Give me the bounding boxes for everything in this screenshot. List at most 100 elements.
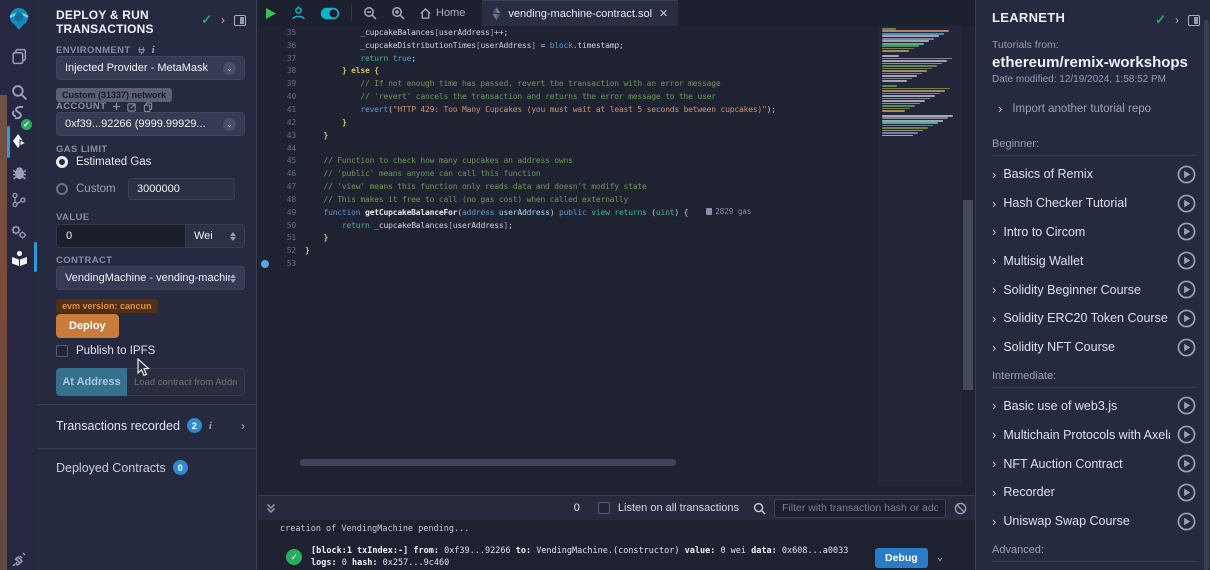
sign-message-icon[interactable] bbox=[127, 102, 137, 112]
zoom-out-icon[interactable] bbox=[356, 0, 384, 26]
tutorial-item[interactable]: ›NFT Auction Contract bbox=[992, 449, 1196, 478]
breakpoint-margin[interactable] bbox=[258, 206, 272, 219]
tutorial-item[interactable]: ›Intro to Circom bbox=[992, 218, 1196, 247]
breakpoint-margin[interactable] bbox=[258, 232, 272, 245]
create-account-icon[interactable] bbox=[112, 102, 121, 111]
tutorial-expand-icon[interactable]: › bbox=[992, 311, 996, 326]
at-address-button[interactable]: At Address bbox=[56, 368, 127, 396]
panel-pin-icon[interactable] bbox=[234, 15, 246, 26]
import-repo-row[interactable]: › Import another tutorial repo bbox=[992, 101, 1196, 116]
environment-info-icon[interactable]: i bbox=[152, 44, 155, 56]
tutorial-expand-icon[interactable]: › bbox=[992, 253, 996, 268]
transactions-expand-icon[interactable]: › bbox=[241, 419, 245, 433]
tutorial-item[interactable]: ›Solidity ERC20 Token Course bbox=[992, 304, 1196, 333]
breakpoint-margin[interactable] bbox=[258, 154, 272, 167]
learneth-chevron-icon[interactable]: › bbox=[1175, 13, 1179, 27]
tutorial-item[interactable]: ›Solidity Beginner Course bbox=[992, 275, 1196, 304]
publish-ipfs-checkbox[interactable] bbox=[56, 345, 68, 357]
clear-console-icon[interactable] bbox=[954, 502, 967, 515]
copy-account-icon[interactable] bbox=[143, 102, 153, 112]
transactions-info-icon[interactable]: i bbox=[209, 420, 212, 432]
start-tutorial-icon[interactable] bbox=[1177, 222, 1196, 241]
tutorial-item[interactable]: ›Uniswap Swap Course bbox=[992, 507, 1196, 536]
tutorial-expand-icon[interactable]: › bbox=[992, 167, 996, 182]
breakpoint-margin[interactable] bbox=[258, 244, 272, 257]
terminal-filter-input[interactable] bbox=[774, 499, 946, 518]
start-tutorial-icon[interactable] bbox=[1177, 396, 1196, 415]
learneth-pin-icon[interactable] bbox=[1188, 15, 1200, 26]
value-unit-select[interactable]: Wei bbox=[186, 224, 245, 248]
breakpoint-margin[interactable] bbox=[258, 65, 272, 78]
account-select[interactable]: 0xf39...92266 (9999.99929... ⌄ bbox=[56, 112, 245, 136]
start-tutorial-icon[interactable] bbox=[1177, 251, 1196, 270]
minimap[interactable] bbox=[878, 26, 962, 486]
start-tutorial-icon[interactable] bbox=[1177, 194, 1196, 213]
home-button[interactable]: Home bbox=[412, 0, 472, 26]
breakpoint-margin[interactable] bbox=[258, 167, 272, 180]
transactions-recorded-row[interactable]: Transactions recorded 2 i › bbox=[56, 418, 245, 433]
tutorial-item[interactable]: ›Recorder bbox=[992, 478, 1196, 507]
custom-gas-option[interactable]: Custom bbox=[56, 178, 245, 200]
run-script-icon[interactable] bbox=[258, 0, 284, 26]
contract-select[interactable]: VendingMachine - vending-machin bbox=[56, 266, 245, 290]
breakpoint-margin[interactable] bbox=[258, 103, 272, 116]
breakpoint-margin[interactable] bbox=[258, 116, 272, 129]
breakpoint-margin[interactable] bbox=[258, 257, 272, 270]
tutorial-item[interactable]: ›Basics of Remix bbox=[992, 160, 1196, 189]
tutorial-item[interactable]: ›Hash Checker Tutorial bbox=[992, 189, 1196, 218]
tx-expand-icon[interactable]: ⌄ bbox=[937, 550, 944, 563]
start-tutorial-icon[interactable] bbox=[1177, 454, 1196, 473]
editor-tab[interactable]: vending-machine-contract.sol ✕ bbox=[482, 0, 678, 26]
start-tutorial-icon[interactable] bbox=[1177, 512, 1196, 531]
deploy-button[interactable]: Deploy bbox=[56, 314, 119, 338]
panel-chevron-icon[interactable]: › bbox=[221, 13, 225, 27]
tutorial-item[interactable]: ›Basic use of web3.js bbox=[992, 392, 1196, 421]
start-tutorial-icon[interactable] bbox=[1177, 483, 1196, 502]
start-tutorial-icon[interactable] bbox=[1177, 280, 1196, 299]
start-tutorial-icon[interactable] bbox=[1177, 338, 1196, 357]
environment-select[interactable]: Injected Provider - MetaMask ⌄ bbox=[56, 56, 245, 80]
copilot-toggle-icon[interactable] bbox=[313, 0, 347, 26]
publish-ipfs-row[interactable]: Publish to IPFS bbox=[56, 345, 245, 357]
tutorial-expand-icon[interactable]: › bbox=[992, 485, 996, 500]
breakpoint-dot[interactable] bbox=[261, 260, 269, 268]
start-tutorial-icon[interactable] bbox=[1177, 165, 1196, 184]
code-editor[interactable]: 35 _cupcakeBalances[userAddress]++;36 _c… bbox=[258, 26, 975, 495]
tutorial-item[interactable]: ›Multisig Wallet bbox=[992, 246, 1196, 275]
fork-environment-icon[interactable] bbox=[137, 46, 146, 55]
tutorial-expand-icon[interactable]: › bbox=[992, 224, 996, 239]
breakpoint-margin[interactable] bbox=[258, 219, 272, 232]
estimated-gas-radio[interactable] bbox=[56, 156, 68, 168]
value-input[interactable] bbox=[56, 224, 186, 248]
zoom-in-icon[interactable] bbox=[384, 0, 412, 26]
breakpoint-margin[interactable] bbox=[258, 129, 272, 142]
breakpoint-margin[interactable] bbox=[258, 26, 272, 39]
tutorial-expand-icon[interactable]: › bbox=[992, 196, 996, 211]
tutorial-item[interactable]: ›Solidity NFT Course bbox=[992, 333, 1196, 362]
breakpoint-margin[interactable] bbox=[258, 90, 272, 103]
deployed-contracts-row[interactable]: Deployed Contracts 0 bbox=[56, 460, 245, 475]
tutorial-item[interactable]: ›All about Proxy Contracts bbox=[992, 566, 1196, 570]
terminal-expand-icon[interactable] bbox=[266, 503, 276, 514]
custom-gas-input[interactable] bbox=[128, 178, 235, 200]
tutorial-expand-icon[interactable]: › bbox=[992, 282, 996, 297]
close-tab-icon[interactable]: ✕ bbox=[659, 7, 668, 20]
custom-gas-radio[interactable] bbox=[56, 183, 68, 195]
debug-button[interactable]: Debug bbox=[875, 548, 928, 568]
breakpoint-margin[interactable] bbox=[258, 77, 272, 90]
editor-vertical-scrollbar[interactable] bbox=[963, 26, 973, 490]
tutorial-expand-icon[interactable]: › bbox=[992, 398, 996, 413]
breakpoint-margin[interactable] bbox=[258, 142, 272, 155]
listen-all-checkbox[interactable] bbox=[598, 502, 610, 514]
breakpoint-margin[interactable] bbox=[258, 52, 272, 65]
learneth-scrollbar[interactable] bbox=[1204, 20, 1209, 570]
tutorial-expand-icon[interactable]: › bbox=[992, 427, 996, 442]
breakpoint-margin[interactable] bbox=[258, 180, 272, 193]
ai-assistant-icon[interactable] bbox=[284, 0, 313, 26]
breakpoint-margin[interactable] bbox=[258, 193, 272, 206]
start-tutorial-icon[interactable] bbox=[1177, 425, 1196, 444]
tutorial-expand-icon[interactable]: › bbox=[992, 340, 996, 355]
breakpoint-margin[interactable] bbox=[258, 39, 272, 52]
tutorial-expand-icon[interactable]: › bbox=[992, 456, 996, 471]
editor-horizontal-scrollbar[interactable] bbox=[300, 459, 676, 466]
